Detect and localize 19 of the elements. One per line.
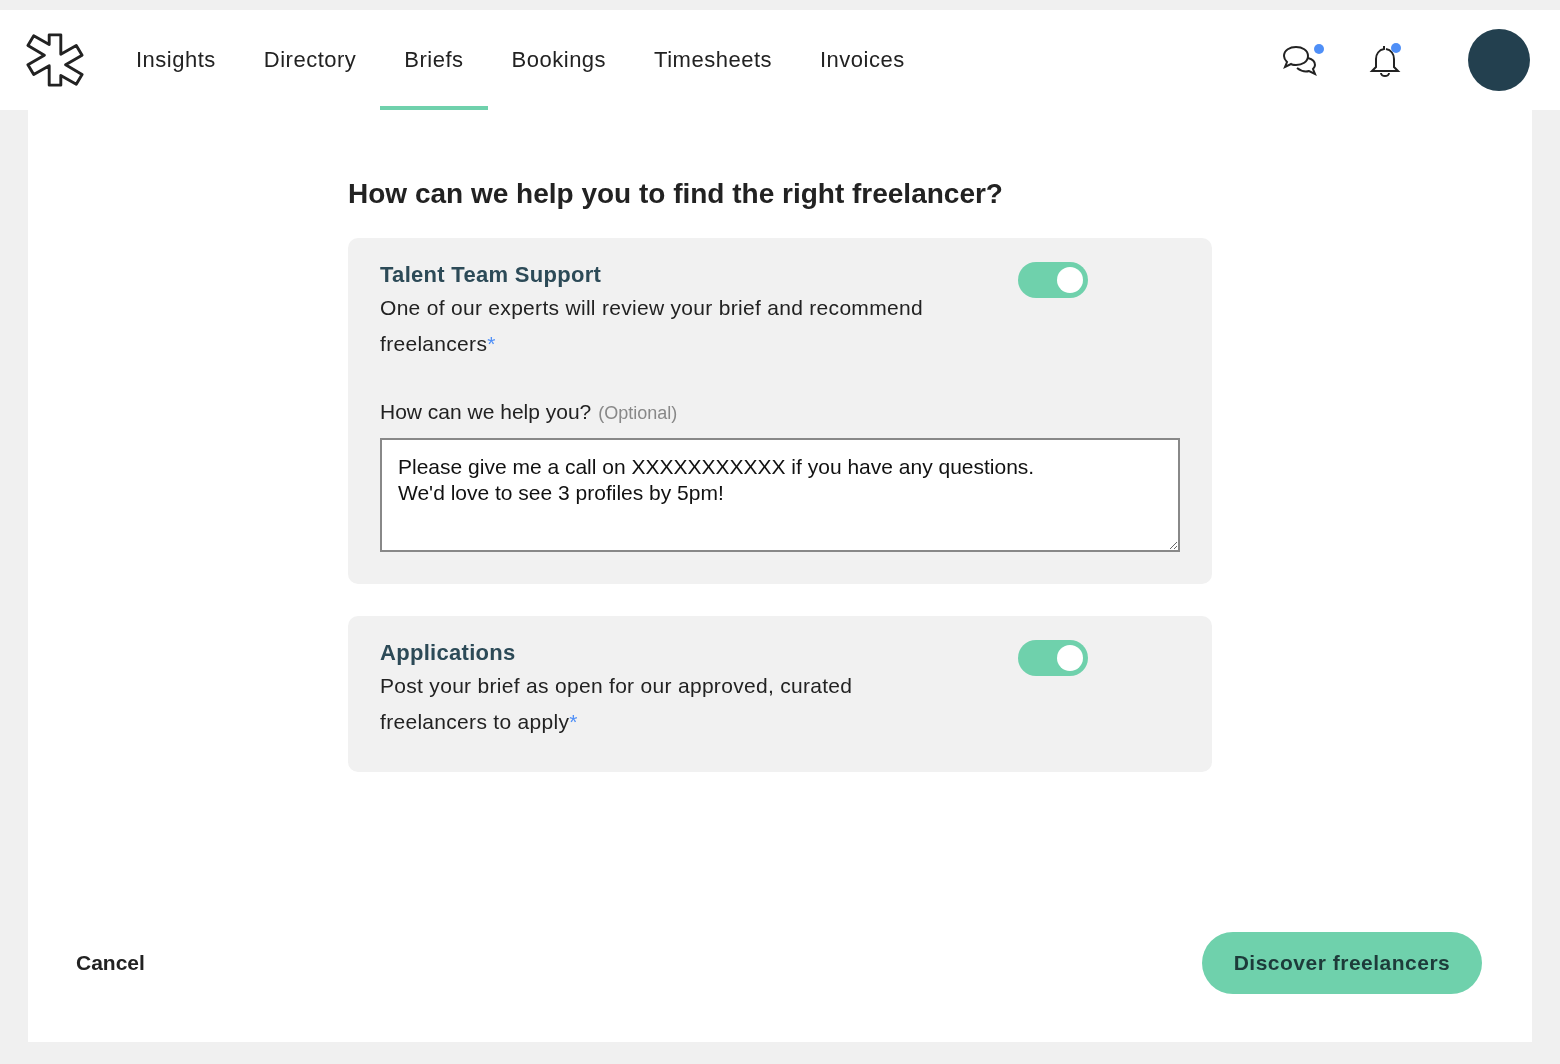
nav-tab[interactable]: Bookings	[487, 10, 631, 110]
toggle-switch[interactable]	[1018, 262, 1088, 298]
page-heading: How can we help you to find the right freelancer?	[348, 178, 1004, 210]
option-description: Post your brief as open for our approved, curated freelancers to apply*	[380, 673, 854, 735]
cancel-link[interactable]: Cancel	[76, 951, 145, 975]
chat-icon[interactable]	[1280, 42, 1326, 78]
nav-tab[interactable]: Insights	[112, 10, 240, 110]
option-description: One of our experts will review your brief and recommend freelancers*	[380, 295, 924, 357]
logo-icon[interactable]	[26, 31, 84, 89]
nav-tab[interactable]: Invoices	[796, 10, 929, 110]
nav-tab[interactable]: Timesheets	[630, 10, 796, 110]
option-title: Talent Team Support	[380, 262, 603, 288]
toggle-switch[interactable]	[1018, 640, 1088, 676]
input-field[interactable]: Please give me a call on XXXXXXXXXXX if you have any questions. We'd love to see 3 profiles by 5pm!	[380, 438, 1180, 552]
discover-freelancers-button[interactable]: Discover freelancers	[1202, 932, 1482, 994]
nav-tab[interactable]: Directory	[239, 10, 381, 110]
option-title: Applications	[380, 640, 517, 666]
field-label: How can we help you?	[380, 400, 592, 424]
field-hint: (Optional)	[598, 403, 678, 424]
